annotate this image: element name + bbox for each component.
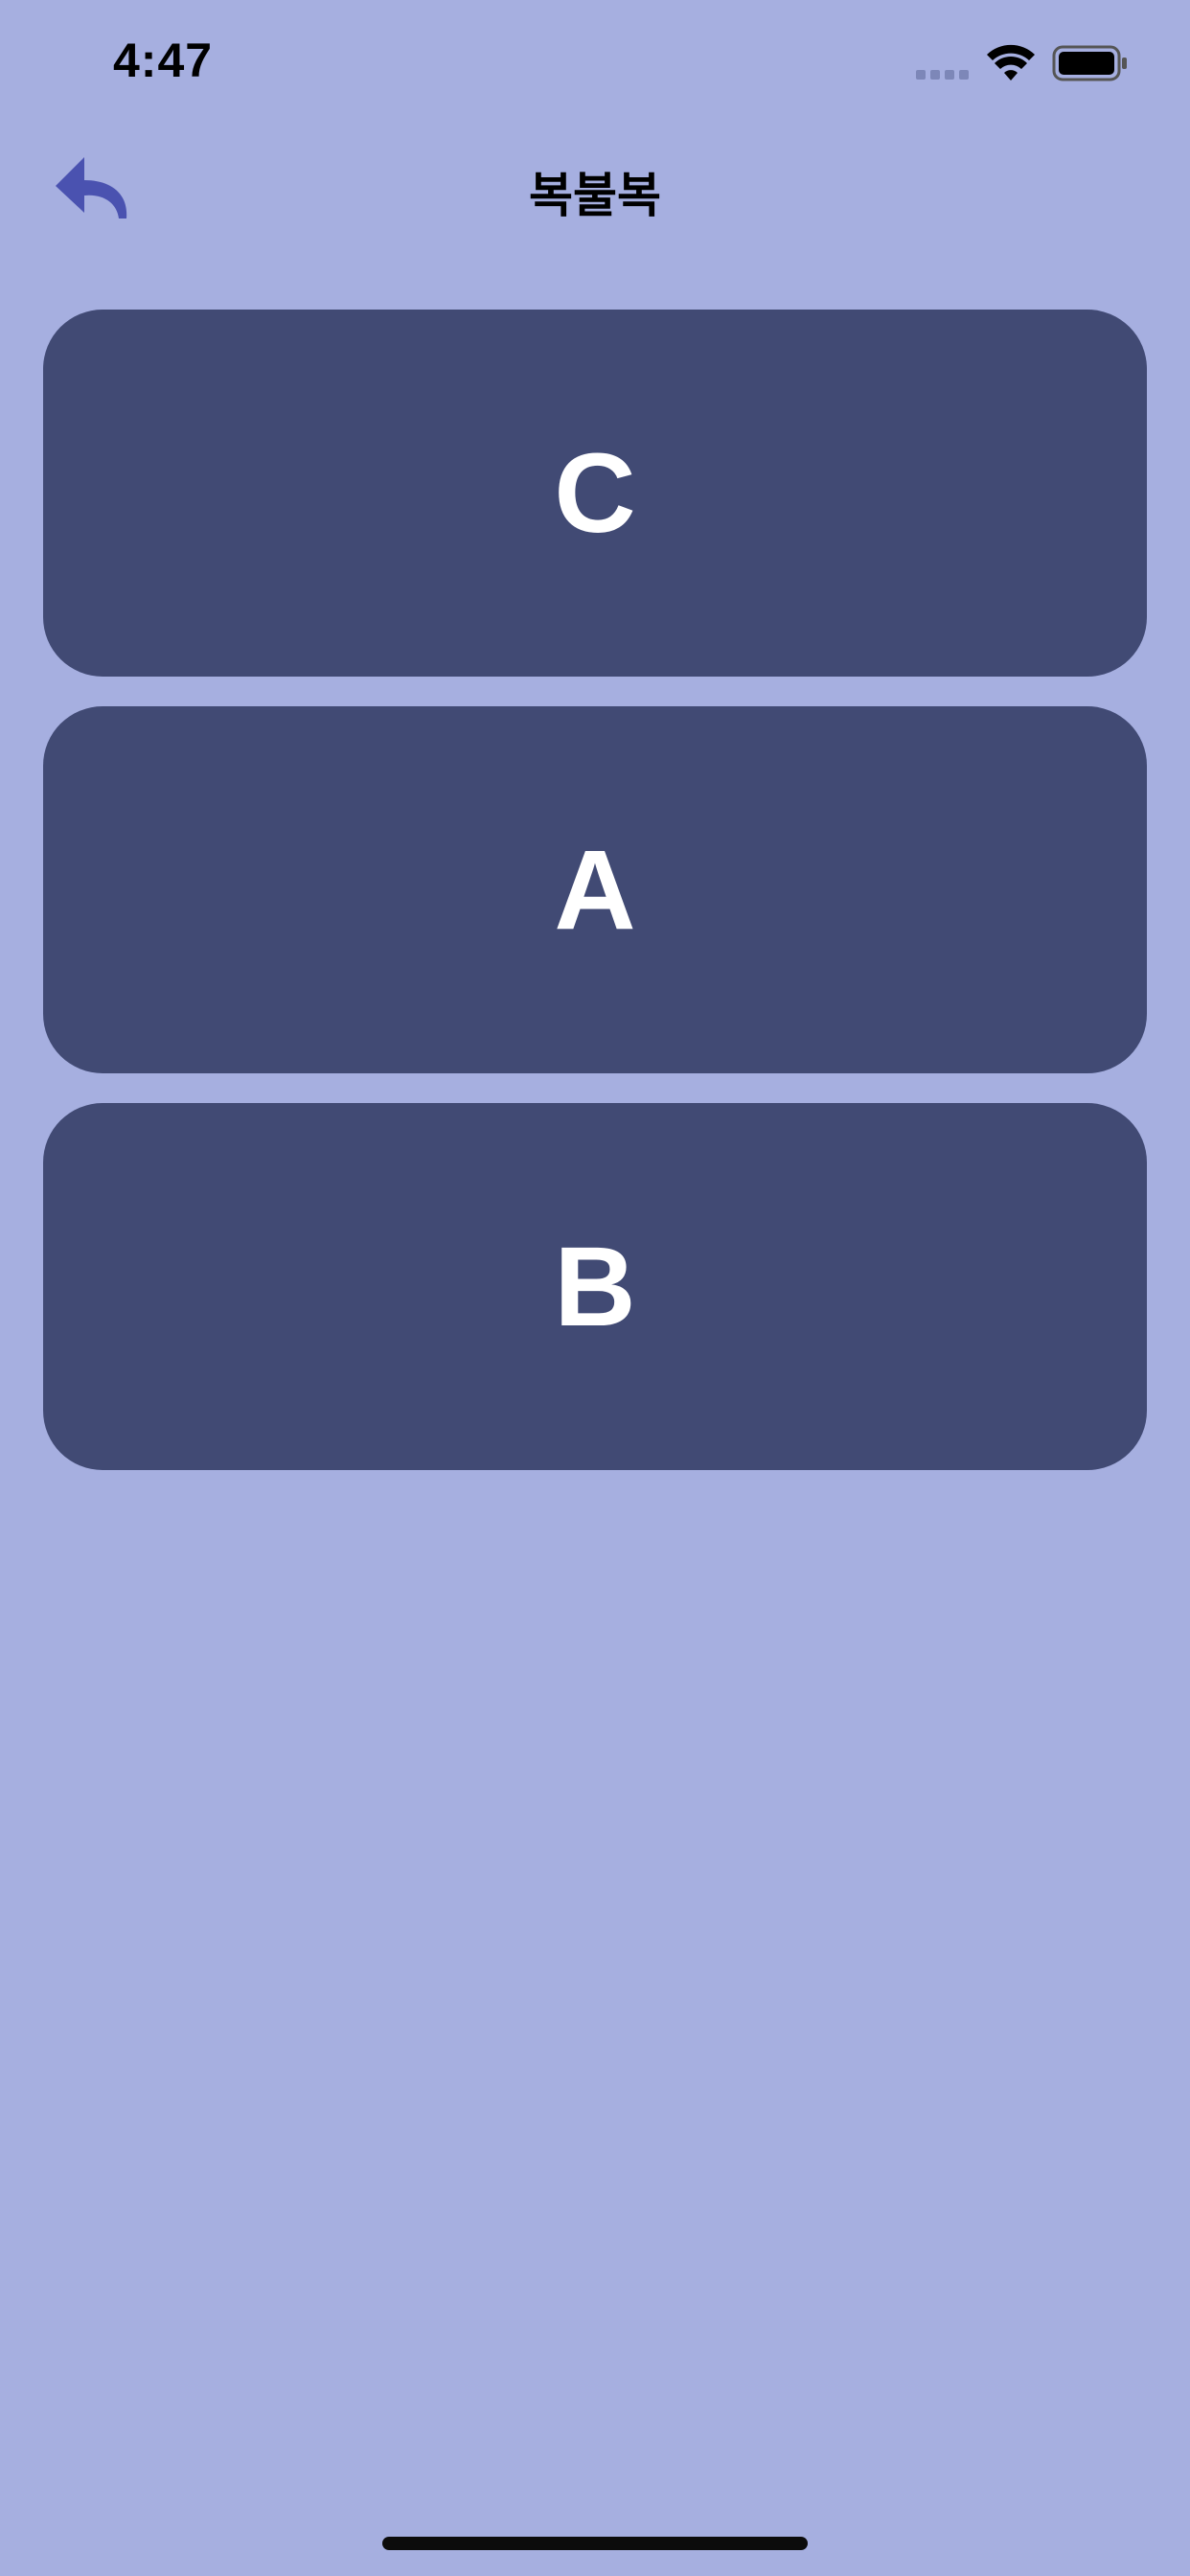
option-card-a[interactable]: A (43, 706, 1147, 1073)
option-label: B (554, 1223, 636, 1350)
battery-icon (1052, 45, 1127, 81)
home-indicator[interactable] (382, 2537, 808, 2550)
signal-dots-icon (916, 70, 969, 80)
option-card-c[interactable]: C (43, 310, 1147, 677)
option-label: C (554, 429, 636, 557)
wifi-icon (987, 44, 1035, 80)
options-list: C A B (43, 310, 1147, 1500)
option-card-b[interactable]: B (43, 1103, 1147, 1470)
page-title: 복불복 (529, 168, 661, 223)
status-time: 4:47 (113, 34, 214, 87)
status-bar: 4:47 (0, 0, 1190, 126)
navigation-bar: 복불복 (0, 126, 1190, 251)
option-label: A (554, 826, 636, 954)
